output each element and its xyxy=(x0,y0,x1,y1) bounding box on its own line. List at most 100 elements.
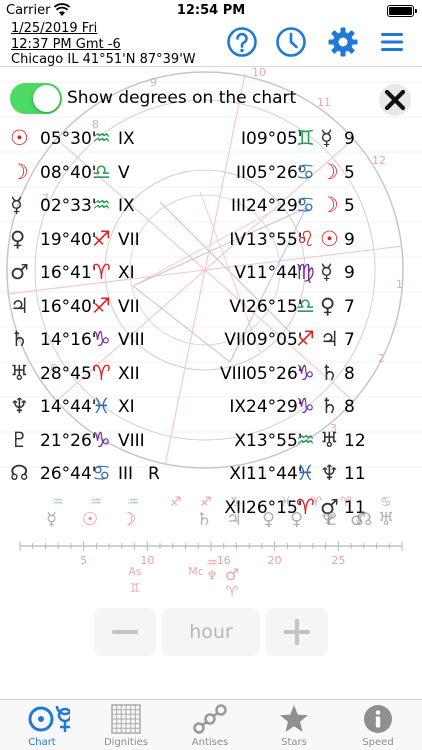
house-sign: ♋ xyxy=(296,159,315,184)
house-number: VIII xyxy=(220,363,247,384)
house-degree: 05°26' xyxy=(246,363,303,384)
degree-ruler[interactable]: 5 10 16 20 25As♊Mc♒♆ ♂♈ xyxy=(0,530,422,605)
planet-sign: ♓ xyxy=(92,394,111,418)
increment-button[interactable] xyxy=(266,608,328,656)
house-number: II xyxy=(235,162,246,183)
ruler-house: 7 xyxy=(344,296,355,317)
house-ruler: ♀ xyxy=(320,293,336,318)
strip-planet: ☊ xyxy=(356,509,372,530)
ruler-house: 7 xyxy=(344,330,355,350)
strip-sign: ♈ xyxy=(310,495,322,510)
decrement-button[interactable] xyxy=(94,608,156,656)
toolbar xyxy=(0,26,422,60)
house-sign: ♑ xyxy=(296,360,315,385)
ruler-label: 10 xyxy=(140,554,154,567)
menu-icon[interactable] xyxy=(376,26,408,58)
grid-icon xyxy=(111,704,141,734)
house-sign: ♎ xyxy=(296,293,315,318)
planet-house: VII xyxy=(118,296,140,317)
ruler-marker: ♂ xyxy=(225,565,239,584)
planet-degree: 26°44' xyxy=(40,464,97,484)
strip-planet: ☽ xyxy=(120,509,137,530)
ruler-marker: Mc xyxy=(188,565,204,578)
strip-planet: ♀ xyxy=(290,509,304,530)
planet-glyph: ♂ xyxy=(10,260,29,284)
strip-planet: ☿ xyxy=(46,509,58,530)
house-degree: 09°05' xyxy=(246,330,303,350)
house-degree: 26°15' xyxy=(246,296,303,317)
planet-house: VII xyxy=(118,229,140,250)
planet-house: IX xyxy=(118,129,135,149)
step-unit-button[interactable]: hour xyxy=(162,608,260,656)
planet-sign: ♐ xyxy=(92,226,111,251)
tab-antises[interactable]: Antises xyxy=(168,700,252,750)
ruler-label: 20 xyxy=(268,554,282,567)
planet-sign: ♋ xyxy=(92,461,111,485)
tab-dignities[interactable]: Dignities xyxy=(84,700,168,750)
strip-sign: ♐ xyxy=(200,495,212,510)
house-number: VII xyxy=(224,330,246,350)
tab-label: Stars xyxy=(281,737,307,748)
ruler-marker: ♈ xyxy=(226,584,239,600)
planet-house: XI xyxy=(118,397,135,417)
planet-degree: 02°33' xyxy=(40,196,97,216)
retrograde-flag: R xyxy=(148,464,160,484)
house-number: III xyxy=(230,196,246,216)
house-sign: ♑ xyxy=(296,394,315,418)
tab-label: Chart xyxy=(28,737,56,748)
strip-planet: ☉ xyxy=(82,509,99,530)
planet-sign: ♎ xyxy=(92,159,111,184)
planet-strip: ♒ ♒ ♒ ♐ ♐ ♑ ♓ ♈ ♈ ♋ ☿ ☉ ☽ ♄ ♃ ♀ ♀ ♆ ♇ ♂ ☊ ♅ xyxy=(0,495,422,535)
house-sign: ♒ xyxy=(296,427,315,452)
degrees-toggle[interactable] xyxy=(10,82,62,114)
house-ruler: ☽ xyxy=(320,159,339,184)
strip-sign: ♈ xyxy=(340,495,352,510)
planet-glyph: ♆ xyxy=(10,394,29,418)
close-icon[interactable] xyxy=(378,83,412,117)
house-ruler: ♄ xyxy=(320,394,339,418)
clock-icon[interactable] xyxy=(275,26,307,58)
tab-stars[interactable]: Stars xyxy=(252,700,336,750)
house-sign: ♊ xyxy=(296,126,315,150)
planet-degree: 14°16' xyxy=(40,330,97,350)
planet-sign: ♑ xyxy=(92,427,111,452)
house-number: VI xyxy=(229,296,246,317)
planet-house: III xyxy=(118,464,134,484)
wheel-number: 10 xyxy=(252,66,266,79)
planet-degree: 08°40' xyxy=(40,162,97,183)
house-ruler: ☽ xyxy=(320,193,339,217)
house-sign: ♋ xyxy=(296,193,315,217)
planet-degree: 05°30' xyxy=(40,129,97,149)
house-degree: 13°55' xyxy=(246,229,303,250)
strip-sign: ♒ xyxy=(127,495,139,510)
gear-icon[interactable] xyxy=(327,26,359,58)
ruler-house: 12 xyxy=(344,430,366,451)
step-unit-label: hour xyxy=(189,621,233,643)
toggle-label: Show degrees on the chart xyxy=(67,88,297,108)
status-time: 12:54 PM xyxy=(176,3,246,18)
help-icon[interactable] xyxy=(226,26,258,58)
planet-sign: ♒ xyxy=(92,126,111,150)
strip-sign: ♒ xyxy=(90,495,102,510)
house-degree: 11°44' xyxy=(246,263,303,283)
ruler-house: 9 xyxy=(344,129,355,149)
house-ruler: ☿ xyxy=(320,260,333,284)
plus-icon xyxy=(284,619,310,645)
planet-degree: 16°41' xyxy=(40,263,97,283)
strip-planet: ♇ xyxy=(324,509,341,530)
house-ruler: ♄ xyxy=(320,360,339,385)
tab-speed[interactable]: Speed xyxy=(336,700,420,750)
planet-degree: 19°40' xyxy=(40,229,97,250)
planet-house: XI xyxy=(118,263,135,283)
status-bar: Carrier 12:54 PM xyxy=(0,0,422,22)
house-number: XI xyxy=(229,464,246,484)
strip-planet: ♅ xyxy=(378,509,395,530)
planet-sign: ♒ xyxy=(92,193,111,217)
toggle-knob xyxy=(33,84,60,112)
ruler-house: 9 xyxy=(344,229,355,250)
planet-sign: ♑ xyxy=(92,327,111,351)
house-ruler: ☉ xyxy=(320,226,339,251)
strip-sign: ♑ xyxy=(230,495,242,510)
tab-chart[interactable]: Chart xyxy=(0,700,84,750)
house-ruler: ♅ xyxy=(320,427,339,452)
